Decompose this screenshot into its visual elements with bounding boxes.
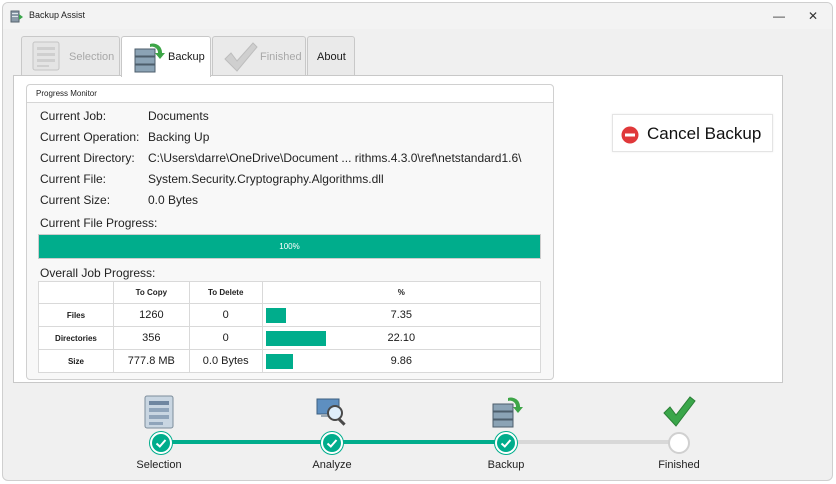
tab-selection-label: Selection (69, 51, 115, 63)
percent-bar (265, 354, 293, 369)
tab-finished[interactable]: Finished (212, 36, 306, 76)
backup-server-icon (492, 397, 523, 428)
app-window: Backup Assist — ✕ Selection Backup Finis… (2, 2, 833, 481)
minimize-icon: — (773, 9, 785, 23)
analyze-magnifier-icon (316, 398, 346, 426)
current-operation-value: Backing Up (148, 130, 210, 144)
app-icon (10, 10, 23, 23)
step-analyze-label: Analyze (312, 459, 352, 471)
step-analyze-done-icon (321, 432, 343, 454)
current-file-value: System.Security.Cryptography.Algorithms.… (148, 172, 384, 186)
to-copy-cell: 356 (112, 326, 190, 350)
step-backup-label: Backup (487, 459, 525, 471)
workflow-steps: Selection Analyze Backup Finished (3, 385, 832, 480)
percent-value: 7.35 (390, 309, 413, 321)
table-header-blank (38, 281, 114, 304)
tab-backup[interactable]: Backup (121, 36, 211, 77)
checkmark-icon (224, 42, 258, 72)
tab-about[interactable]: About (307, 36, 355, 76)
checkmark-icon (663, 396, 696, 427)
percent-bar (265, 331, 326, 346)
to-delete-cell: 0.0 Bytes (188, 349, 263, 373)
table-header-to-copy: To Copy (112, 281, 190, 304)
selection-list-icon (144, 395, 174, 429)
selection-list-icon (32, 41, 60, 71)
overall-progress-label: Overall Job Progress: (40, 266, 156, 280)
close-icon: ✕ (807, 9, 819, 23)
to-copy-cell: 1260 (112, 303, 190, 327)
progress-line-remaining (506, 440, 679, 444)
to-delete-cell: 0 (188, 303, 263, 327)
row-name: Files (38, 303, 114, 327)
percent-bar (265, 308, 286, 323)
table-header-percent: % (261, 281, 542, 304)
cancel-backup-button[interactable]: Cancel Backup (612, 114, 773, 152)
minimize-button[interactable]: — (768, 7, 790, 25)
current-operation-label: Current Operation: (40, 130, 140, 144)
current-directory-label: Current Directory: (40, 151, 135, 165)
table-header-to-delete: To Delete (188, 281, 263, 304)
step-selection-label: Selection (136, 459, 182, 471)
percent-cell: 7.35 (261, 303, 542, 327)
current-job-label: Current Job: (40, 109, 107, 123)
current-file-label: Current File: (40, 172, 107, 186)
close-button[interactable]: ✕ (802, 7, 824, 25)
tab-selection[interactable]: Selection (21, 36, 120, 76)
current-directory-value: C:\Users\darre\OneDrive\Document ... rit… (148, 151, 522, 165)
progress-monitor-title: Progress Monitor (36, 89, 97, 98)
title-bar: Backup Assist — ✕ (3, 3, 832, 29)
backup-server-icon (134, 43, 165, 73)
step-finished-label: Finished (658, 459, 700, 471)
file-progress-bar: 100% (38, 234, 541, 259)
current-size-value: 0.0 Bytes (148, 193, 199, 207)
tab-backup-label: Backup (168, 51, 205, 63)
table-header-row: To Copy To Delete % (38, 281, 542, 304)
tab-finished-label: Finished (260, 51, 302, 63)
tab-about-label: About (317, 51, 346, 63)
overall-progress-table: To Copy To Delete % Files 1260 0 7.35 Di… (38, 281, 542, 373)
row-name: Directories (38, 326, 114, 350)
percent-value: 22.10 (387, 332, 416, 344)
to-delete-cell: 0 (188, 326, 263, 350)
percent-cell: 9.86 (261, 349, 542, 373)
progress-monitor-group: Progress Monitor Current Job: Documents … (26, 84, 554, 380)
file-progress-label: Current File Progress: (40, 216, 158, 230)
row-name: Size (38, 349, 114, 373)
percent-cell: 22.10 (261, 326, 542, 350)
table-row: Directories 356 0 22.10 (38, 326, 542, 350)
progress-monitor-header: Progress Monitor (27, 85, 553, 103)
window-title: Backup Assist (29, 10, 86, 20)
file-progress-text: 100% (279, 242, 300, 251)
table-row: Size 777.8 MB 0.0 Bytes 9.86 (38, 349, 542, 373)
step-backup-done-icon (495, 432, 517, 454)
tab-content: Progress Monitor Current Job: Documents … (13, 75, 783, 383)
current-size-label: Current Size: (40, 193, 111, 207)
current-job-value: Documents (148, 109, 209, 123)
step-finished-pending-icon (668, 432, 690, 454)
to-copy-cell: 777.8 MB (112, 349, 190, 373)
cancel-backup-label: Cancel Backup (647, 124, 762, 143)
table-row: Files 1260 0 7.35 (38, 303, 542, 327)
percent-value: 9.86 (390, 355, 413, 367)
step-selection-done-icon (150, 432, 172, 454)
stop-icon (621, 126, 639, 144)
